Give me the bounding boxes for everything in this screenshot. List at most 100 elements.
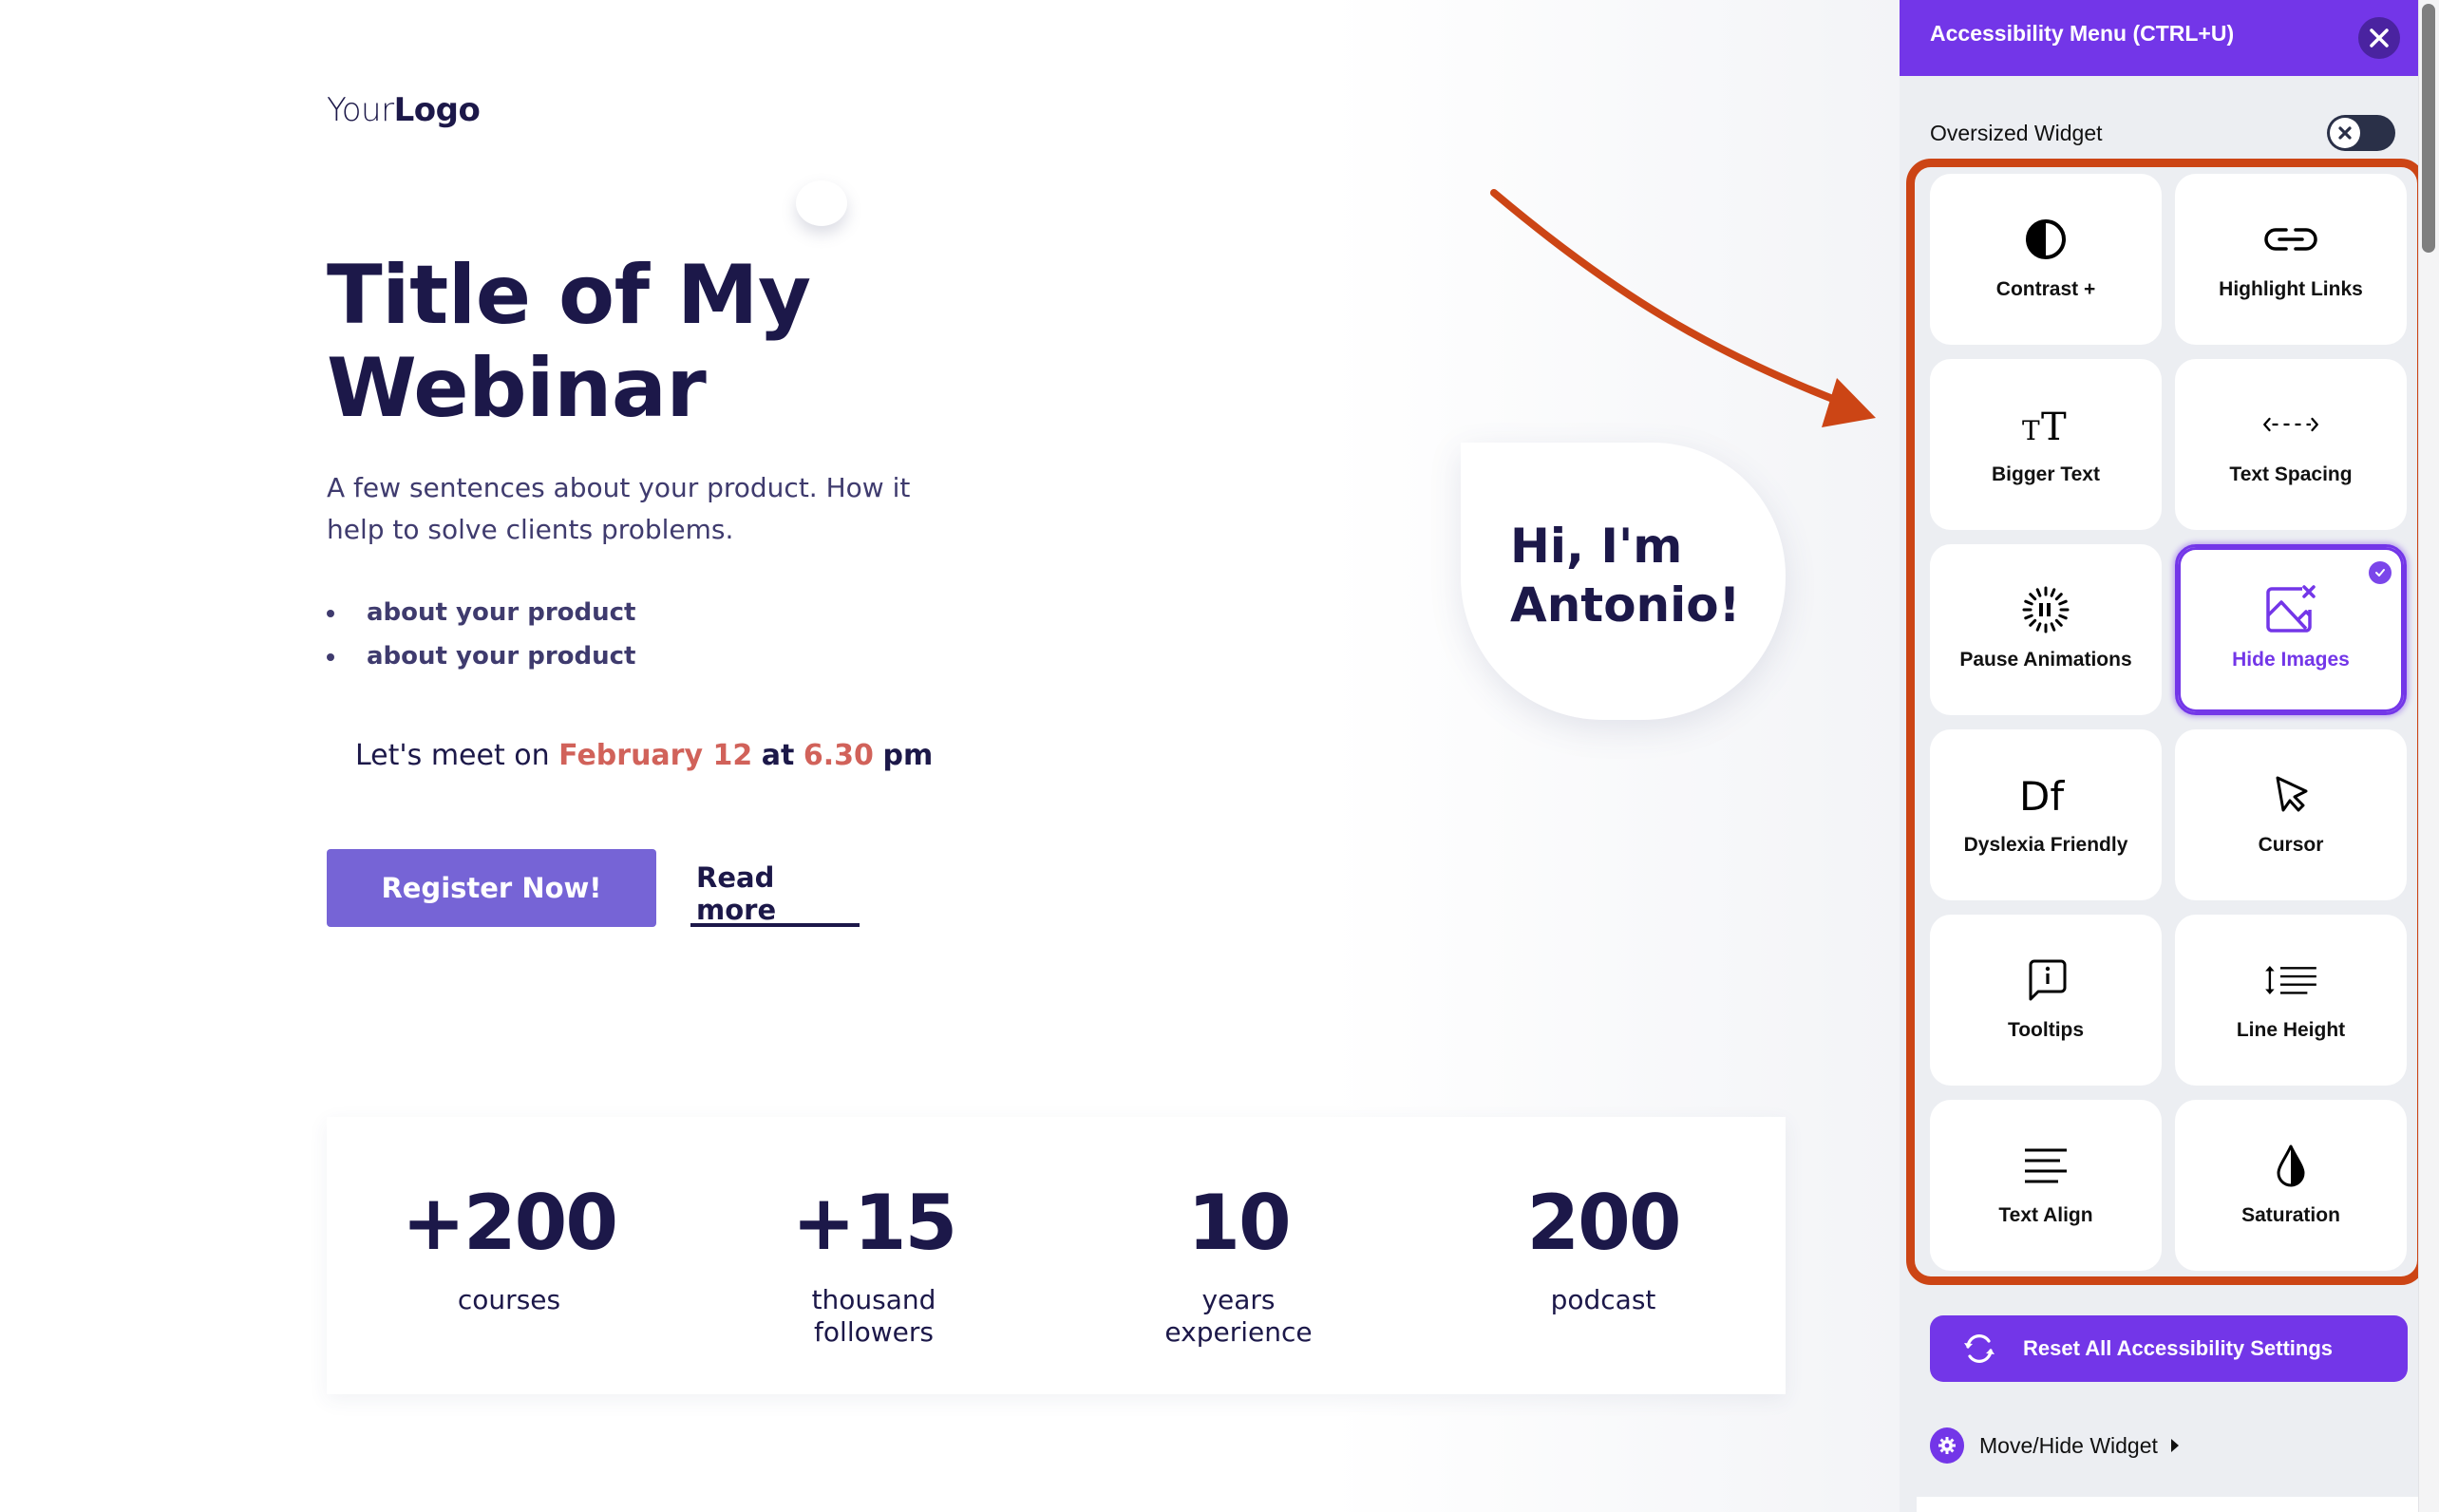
pause-ray xyxy=(2058,599,2068,606)
pause-ray xyxy=(2029,618,2037,627)
tile-label: Tooltips xyxy=(2007,1019,2085,1041)
meet-prefix: Let's meet on xyxy=(355,739,550,772)
meet-suffix: pm xyxy=(882,739,934,772)
tile-label: Dyslexia Friendly xyxy=(1963,834,2128,856)
contrast-icon xyxy=(2017,216,2074,263)
stat-value: 200 xyxy=(1526,1179,1682,1267)
list-item-text: about your product xyxy=(367,642,636,671)
tile-label: Line Height xyxy=(2236,1019,2346,1041)
tile-text-align[interactable]: Text Align xyxy=(1930,1100,2162,1271)
logo-light-text: Your xyxy=(327,91,394,129)
accessibility-footer xyxy=(1917,1497,2418,1512)
bullet-icon xyxy=(327,610,334,617)
svg-text:Df: Df xyxy=(2019,774,2065,816)
register-button[interactable]: Register Now! xyxy=(327,849,656,927)
tile-contrast[interactable]: Contrast + xyxy=(1930,174,2162,345)
move-hide-widget-link[interactable]: Move/Hide Widget xyxy=(1930,1427,2179,1464)
pause-ray xyxy=(2058,614,2068,620)
decorative-dot xyxy=(796,180,847,226)
tile-label: Hide Images xyxy=(2232,649,2350,671)
accessibility-header: Accessibility Menu (CTRL+U) xyxy=(1900,0,2418,76)
accessibility-title: Accessibility Menu (CTRL+U) xyxy=(1930,21,2235,46)
tile-tooltips[interactable]: Tooltips xyxy=(1930,915,2162,1086)
tile-pause-animations[interactable]: Pause Animations xyxy=(1930,544,2162,715)
feature-list: about your product about your product xyxy=(327,591,635,678)
stat-value: +15 xyxy=(791,1179,957,1267)
stat-item: 200 podcast xyxy=(1421,1117,1786,1394)
oversized-widget-row: Oversized Widget xyxy=(1930,114,2395,152)
link-icon xyxy=(2262,216,2319,263)
tile-hide-images[interactable]: Hide Images xyxy=(2175,544,2407,715)
pause-ray xyxy=(2054,593,2063,601)
tile-label: Text Align xyxy=(1998,1204,2093,1226)
pause-ray xyxy=(2024,614,2033,620)
close-icon xyxy=(2370,28,2389,47)
svg-text:T: T xyxy=(2022,415,2040,444)
stat-value: 10 xyxy=(1187,1179,1291,1267)
reset-settings-button[interactable]: Reset All Accessibility Settings xyxy=(1930,1315,2408,1382)
pause-ray xyxy=(2054,618,2063,627)
scrollbar-thumb[interactable] xyxy=(2422,4,2435,253)
tile-cursor[interactable]: Cursor xyxy=(2175,729,2407,900)
pause-ray xyxy=(2024,599,2033,606)
gear-icon xyxy=(1930,1427,1964,1464)
logo[interactable]: YourLogo xyxy=(327,91,481,129)
tile-bigger-text[interactable]: TT Bigger Text xyxy=(1930,359,2162,530)
svg-text:T: T xyxy=(2041,406,2067,444)
list-item: about your product xyxy=(327,591,635,634)
logo-bold-text: Logo xyxy=(393,91,481,129)
hide-images-icon xyxy=(2262,585,2319,633)
pause-ray xyxy=(2050,588,2056,597)
pause-ray xyxy=(2029,593,2037,601)
page-title: Title of My Webinar xyxy=(327,248,811,436)
text-spacing-icon xyxy=(2262,401,2319,448)
pause-ray xyxy=(2035,622,2042,632)
read-more-link[interactable]: Read more xyxy=(690,861,860,927)
pause-animations-icon xyxy=(2017,586,2074,633)
pause-ray xyxy=(2050,622,2056,632)
tile-label: Saturation xyxy=(2241,1204,2340,1226)
stat-label: thousand followers xyxy=(811,1284,936,1348)
move-hide-widget-label: Move/Hide Widget xyxy=(1979,1432,2158,1458)
tile-line-height[interactable]: Line Height xyxy=(2175,915,2407,1086)
meet-at: at xyxy=(761,739,795,772)
tile-text-spacing[interactable]: Text Spacing xyxy=(2175,359,2407,530)
stats-card: +200 courses +15 thousand followers 10 y… xyxy=(327,1117,1786,1394)
stat-item: 10 years experience xyxy=(1056,1117,1421,1394)
tile-highlight-links[interactable]: Highlight Links xyxy=(2175,174,2407,345)
oversized-widget-toggle[interactable] xyxy=(2327,115,2395,151)
oversized-widget-label: Oversized Widget xyxy=(1930,120,2103,145)
tile-label: Text Spacing xyxy=(2229,463,2353,485)
dyslexia-icon: Df xyxy=(2017,771,2074,819)
tile-saturation[interactable]: Saturation xyxy=(2175,1100,2407,1271)
tooltip-icon xyxy=(2017,956,2074,1004)
hero-description: A few sentences about your product. How … xyxy=(327,472,911,545)
text-align-icon xyxy=(2017,1142,2074,1189)
stat-value: +200 xyxy=(401,1179,618,1267)
text-size-icon: TT xyxy=(2017,401,2074,448)
reset-settings-label: Reset All Accessibility Settings xyxy=(2023,1336,2334,1360)
accessibility-panel: Accessibility Menu (CTRL+U) Oversized Wi… xyxy=(1900,0,2418,1512)
cursor-icon xyxy=(2262,771,2319,819)
tile-label: Cursor xyxy=(2258,834,2324,856)
tile-label: Contrast + xyxy=(1995,278,2096,300)
tile-label: Bigger Text xyxy=(1992,463,2100,485)
line-height-icon xyxy=(2262,956,2319,1004)
event-time: 6.30 xyxy=(803,739,874,772)
pause-bar xyxy=(2047,603,2051,616)
pause-ray xyxy=(2035,588,2042,597)
tile-dyslexia-friendly[interactable]: Df Dyslexia Friendly xyxy=(1930,729,2162,900)
accessibility-body-corner xyxy=(1900,76,2418,104)
stat-label: podcast xyxy=(1550,1284,1656,1315)
stat-label: courses xyxy=(457,1284,561,1315)
saturation-icon xyxy=(2262,1142,2319,1189)
greeting-text: Hi, I'm Antonio! xyxy=(1510,519,1741,633)
close-button[interactable] xyxy=(2358,17,2400,59)
bullet-icon xyxy=(327,653,334,661)
stat-item: +15 thousand followers xyxy=(691,1117,1056,1394)
check-icon xyxy=(2369,561,2392,584)
toggle-knob xyxy=(2330,118,2360,148)
refresh-icon xyxy=(1958,1328,2000,1370)
event-date-line: Let's meet on February 12 at 6.30 pm xyxy=(355,739,933,772)
greeting-bubble: Hi, I'm Antonio! xyxy=(1461,443,1786,720)
